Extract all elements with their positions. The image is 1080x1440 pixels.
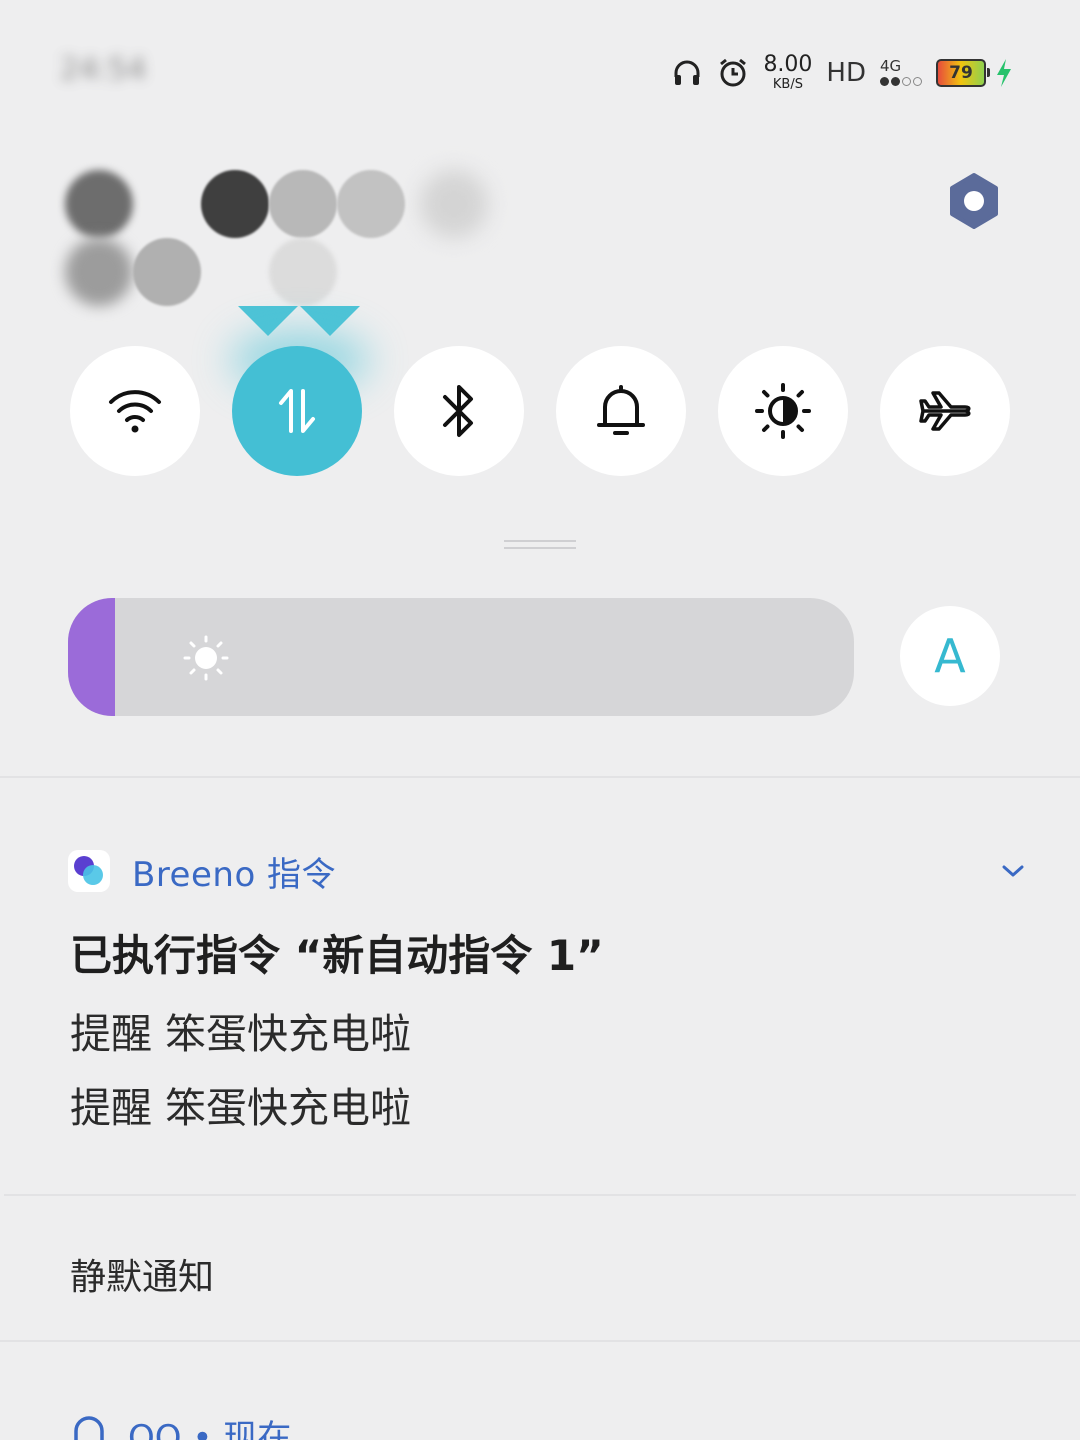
section-divider — [0, 1340, 1080, 1342]
auto-brightness-label: A — [934, 629, 966, 683]
section-divider — [0, 776, 1080, 778]
bell-icon — [74, 1416, 104, 1440]
airplane-toggle[interactable] — [880, 346, 1010, 476]
bluetooth-icon — [443, 385, 473, 437]
status-bar: 24:54 8.00 KB/S HD 4G 79 — [0, 44, 1080, 108]
notification-line: 提醒 笨蛋快充电啦 — [70, 1084, 412, 1132]
chevron-down-icon — [1002, 865, 1024, 877]
bell-icon — [597, 385, 645, 435]
gear-icon — [950, 173, 998, 229]
status-icons: 8.00 KB/S HD 4G 79 — [671, 54, 1014, 91]
bluetooth-toggle[interactable] — [394, 346, 524, 476]
brightness-fill — [68, 598, 115, 716]
settings-button[interactable] — [945, 172, 1003, 230]
ringer-toggle[interactable] — [556, 346, 686, 476]
battery-level: 79 — [949, 62, 973, 83]
qq-notification-header[interactable]: QQ • 现在 — [68, 1404, 291, 1440]
network-speed-unit: KB/S — [772, 77, 803, 92]
network-speed: 8.00 KB/S — [763, 52, 813, 92]
brightness-contrast-icon — [755, 383, 811, 439]
clock: 24:54 — [60, 52, 147, 87]
headphones-icon — [674, 60, 700, 85]
panel-drag-handle[interactable] — [504, 540, 576, 552]
notification-line: 提醒 笨蛋快充电啦 — [70, 1010, 412, 1058]
battery-icon: 79 — [936, 58, 990, 87]
signal-icon: 4G — [880, 59, 922, 86]
dark-mode-toggle[interactable] — [718, 346, 848, 476]
breeno-app-icon — [68, 850, 110, 892]
expand-notification-button[interactable] — [998, 856, 1028, 886]
blurred-avatars — [50, 160, 510, 360]
brightness-slider[interactable] — [68, 598, 854, 716]
hd-indicator: HD — [826, 57, 866, 88]
qq-app-label: QQ • 现在 — [128, 1417, 292, 1440]
section-divider — [4, 1194, 1076, 1196]
auto-brightness-button[interactable]: A — [900, 606, 1000, 706]
mobile-data-toggle[interactable] — [232, 346, 362, 476]
airplane-icon — [919, 391, 971, 431]
network-type: 4G — [880, 57, 902, 75]
alarm-icon — [720, 58, 747, 86]
mobile-data-icon — [279, 389, 315, 433]
notification-app-name: Breeno 指令 — [132, 854, 337, 895]
silent-notifications-label: 静默通知 — [70, 1257, 215, 1298]
network-speed-value: 8.00 — [763, 52, 813, 77]
wifi-toggle[interactable] — [70, 346, 200, 476]
notification-shade: 24:54 8.00 KB/S HD 4G 79 A Breeno 指令 已执行… — [0, 0, 1080, 1440]
charging-bolt-icon — [997, 58, 1011, 87]
quick-toggles — [70, 346, 1010, 476]
notification-header[interactable]: Breeno 指令 — [68, 846, 1028, 896]
wifi-icon — [109, 390, 161, 433]
sun-icon — [183, 635, 229, 681]
notification-title: 已执行指令 “新自动指令 1” — [70, 931, 604, 980]
